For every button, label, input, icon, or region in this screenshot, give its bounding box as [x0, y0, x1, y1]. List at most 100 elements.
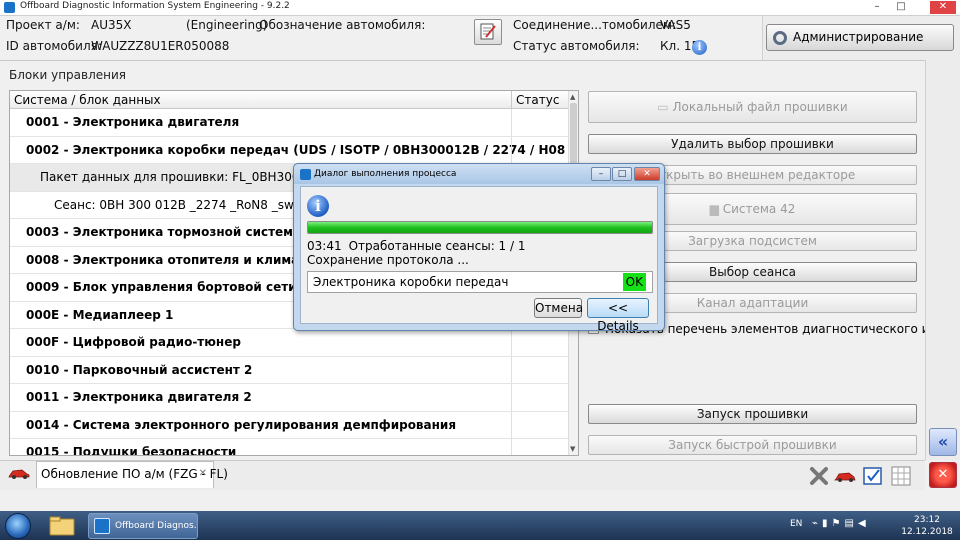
- gear-icon: [773, 31, 787, 45]
- scroll-down-icon[interactable]: ▼: [570, 445, 575, 453]
- maximize-button[interactable]: □: [890, 1, 912, 14]
- info-icon[interactable]: i: [692, 40, 707, 55]
- project-label: Проект а/м:: [6, 18, 80, 32]
- column-system[interactable]: Система / блок данных: [14, 93, 161, 107]
- table-row[interactable]: 0002 - Электроника коробки передач (UDS …: [10, 136, 568, 164]
- project-value: AU35X: [91, 18, 132, 32]
- table-row[interactable]: 000F - Цифровой радио-тюнер: [10, 329, 568, 357]
- clock-date: 12.12.2018: [901, 527, 953, 537]
- status-cell: [511, 329, 512, 356]
- edit-notepad-icon: [480, 23, 496, 40]
- local-flash-file-button[interactable]: ▭ Локальный файл прошивки: [588, 91, 917, 123]
- close-button[interactable]: ✕: [930, 1, 956, 14]
- sessions-processed: Отработанные сеансы: 1 / 1: [348, 239, 526, 253]
- window-titlebar: Offboard Diagnostic Information System E…: [0, 0, 960, 16]
- elapsed-time: 03:41: [307, 239, 342, 253]
- table-row[interactable]: 0015 - Подушки безопасности: [10, 439, 568, 455]
- back-arrow-icon[interactable]: «: [929, 428, 957, 456]
- app-icon: [4, 2, 15, 13]
- progress-status-line: 03:41 Отработанные сеансы: 1 / 1: [307, 239, 526, 253]
- vehicle-status-label: Статус автомобиля:: [513, 39, 640, 53]
- dialog-body: i 03:41 Отработанные сеансы: 1 / 1 Сохран…: [300, 186, 658, 333]
- checklist-icon[interactable]: [862, 465, 884, 487]
- start-button[interactable]: [5, 513, 31, 539]
- dialog-minimize-button[interactable]: –: [591, 167, 611, 181]
- column-status[interactable]: Статус: [516, 93, 559, 107]
- row-text: Сеанс: 0BH 300 012B _2274 _RoN8 _sw: [54, 197, 294, 212]
- row-text: 0001 - Электроника двигателя: [26, 115, 240, 129]
- status-cell: [511, 384, 512, 411]
- system-42-label: Система 42: [722, 202, 796, 216]
- dialog-close-button[interactable]: ✕: [634, 167, 660, 181]
- row-text: 0010 - Парковочный ассистент 2: [26, 362, 253, 377]
- administration-button[interactable]: Администрирование: [766, 24, 954, 51]
- delete-flash-selection-button[interactable]: Удалить выбор прошивки: [588, 134, 917, 154]
- status-cell: [511, 411, 512, 438]
- connection-label: Соединение...томобилем:: [513, 18, 676, 32]
- tray-volume-icon[interactable]: ◀: [858, 518, 870, 529]
- tray-flag-icon[interactable]: ⚑: [832, 518, 845, 529]
- document-icon: ▭: [657, 100, 673, 114]
- table-row[interactable]: 0010 - Парковочный ассистент 2: [10, 356, 568, 384]
- taskbar-app-odis[interactable]: Offboard Diagnos...: [88, 513, 198, 539]
- status-cell: [511, 109, 512, 136]
- module-name: Электроника коробки передач: [313, 275, 509, 289]
- red-car-icon[interactable]: [8, 466, 30, 480]
- status-cell: [511, 439, 512, 455]
- explorer-folder-icon[interactable]: [44, 514, 80, 538]
- result-ok-badge: OK: [622, 273, 646, 291]
- start-fast-flash-button[interactable]: Запуск быстрой прошивки: [588, 435, 917, 455]
- row-text: 0003 - Электроника тормозной системы: [26, 225, 304, 239]
- row-text: 0011 - Электроника двигателя 2: [26, 390, 252, 404]
- row-text: 000E - Медиаплеер 1: [26, 307, 174, 322]
- table-row[interactable]: 0014 - Система электронного регулировани…: [10, 411, 568, 439]
- right-nav-strip: [925, 60, 960, 460]
- control-units-title: Блоки управления: [9, 68, 127, 82]
- progress-fill: [308, 222, 652, 233]
- tab-close-icon[interactable]: ✕: [199, 462, 207, 486]
- status-cell: [511, 356, 512, 383]
- dialog-maximize-button[interactable]: □: [612, 167, 632, 181]
- vehicle-icon[interactable]: [834, 465, 856, 487]
- tray-icons[interactable]: ⌁▮⚑▤◀: [812, 518, 870, 529]
- table-row[interactable]: 0011 - Электроника двигателя 2: [10, 384, 568, 412]
- vehicle-id-value: WAUZZZ8U1ER050088: [91, 39, 230, 53]
- local-flash-file-label: Локальный файл прошивки: [672, 100, 848, 114]
- row-text: 000F - Цифровой радио-тюнер: [26, 335, 241, 349]
- column-separator: [511, 91, 512, 109]
- header-divider: [0, 60, 925, 61]
- grid-table-icon[interactable]: [890, 465, 912, 487]
- clock-time: 23:12: [914, 515, 940, 525]
- module-result-field: Электроника коробки передач OK: [307, 271, 653, 293]
- dialog-title: Диалог выполнения процесса: [314, 169, 457, 179]
- row-text: 0014 - Система электронного регулировани…: [26, 417, 457, 432]
- start-flash-button[interactable]: Запуск прошивки: [588, 404, 917, 424]
- table-header: Система / блок данных Статус: [10, 91, 578, 109]
- designation-label: Обозначение автомобиля:: [259, 18, 426, 32]
- table-row[interactable]: 0001 - Электроника двигателя: [10, 109, 568, 137]
- tab-software-update[interactable]: Обновление ПО а/м (FZG - FL) ✕: [36, 461, 228, 488]
- edit-vehicle-button[interactable]: [474, 19, 502, 45]
- administration-label: Администрирование: [793, 30, 924, 44]
- tray-usb-icon[interactable]: ⌁: [812, 518, 822, 529]
- window-title: Offboard Diagnostic Information System E…: [20, 1, 290, 11]
- status-cell: [511, 136, 512, 163]
- details-button[interactable]: << Details: [587, 298, 649, 333]
- tray-battery-icon[interactable]: ▮: [822, 518, 832, 529]
- tools-icon[interactable]: [808, 465, 830, 487]
- row-text: 0009 - Блок управления бортовой сети: [26, 280, 297, 294]
- tray-network-icon[interactable]: ▤: [845, 518, 858, 529]
- dialog-titlebar: Диалог выполнения процесса – □ ✕: [294, 164, 664, 184]
- minimize-button[interactable]: –: [866, 1, 888, 14]
- exit-icon[interactable]: ✕: [929, 462, 957, 488]
- odis-app-icon: [94, 518, 110, 534]
- vehicle-id-label: ID автомобиля:: [6, 39, 102, 53]
- row-text: 0002 - Электроника коробки передач (UDS …: [26, 142, 568, 157]
- tray-language[interactable]: EN: [790, 519, 802, 529]
- car-lift-icon: ▆: [709, 202, 723, 216]
- scroll-up-icon[interactable]: ▲: [570, 93, 575, 101]
- taskbar-app-label: Offboard Diagnos...: [115, 521, 198, 531]
- cancel-button[interactable]: Отмена: [534, 298, 583, 318]
- progress-bar: [307, 221, 653, 234]
- tray-clock[interactable]: 23:12 12.12.2018: [900, 514, 954, 538]
